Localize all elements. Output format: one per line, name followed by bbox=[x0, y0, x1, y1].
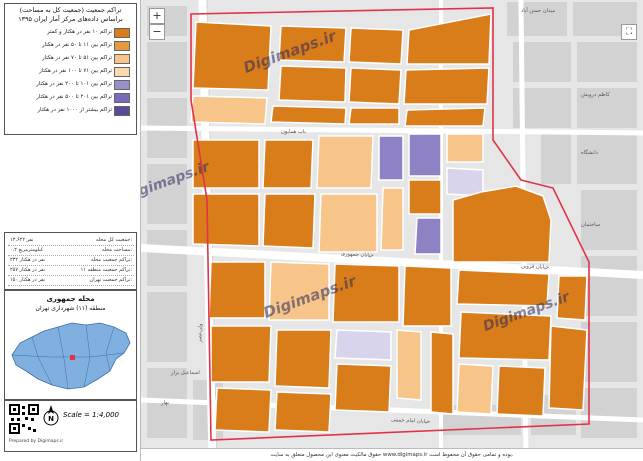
legend-swatch bbox=[114, 67, 130, 77]
copyright-footer: حقوق مالکیت معنوی این محصول متعلق به سای… bbox=[141, 448, 643, 461]
legend-panel: تراکم جمعیت (جمعیت کل به مساحت) براساس د… bbox=[0, 0, 141, 461]
density-block[interactable] bbox=[414, 217, 442, 255]
scale-text: Scale = 1:4,000 bbox=[63, 411, 119, 419]
legend-class-label: تراکم بین ۷۱ تا ۱۰۰ نفر در هکتار bbox=[39, 68, 112, 74]
area-name: محله جمهوری bbox=[46, 295, 95, 303]
stat-key: جمعیت کل محله: bbox=[95, 237, 132, 243]
legend-class-label: تراکم بیشتر از ۱۰۰۰ نفر در هکتار bbox=[37, 107, 112, 113]
density-block[interactable] bbox=[192, 193, 260, 247]
road-label-4: ولی‌عصر bbox=[197, 323, 204, 343]
density-block[interactable] bbox=[348, 67, 402, 105]
density-block[interactable] bbox=[380, 187, 404, 251]
legend-swatch bbox=[114, 106, 130, 116]
density-block[interactable] bbox=[190, 95, 268, 125]
density-block[interactable] bbox=[274, 391, 332, 433]
road-label-9: دانشگاه bbox=[581, 150, 598, 156]
density-block[interactable] bbox=[452, 185, 552, 263]
stat-value: ۰.۲ کیلومترمربع bbox=[10, 247, 44, 253]
credit-text: Prepared by Digimaps.ir bbox=[9, 439, 64, 444]
map-canvas[interactable]: Digimaps.ir Digimaps.ir Digimaps.ir Digi… bbox=[141, 0, 643, 461]
density-block[interactable] bbox=[403, 67, 490, 105]
tehran-locator-map bbox=[11, 322, 131, 390]
density-block[interactable] bbox=[348, 107, 400, 125]
density-block[interactable] bbox=[262, 193, 316, 249]
legend-class-row: تراکم بین ۱۱ تا ۵۰ نفر در هکتار bbox=[8, 40, 134, 51]
location-box: محله جمهوری منطقه (۱۱) شهرداری تهران bbox=[4, 290, 137, 400]
stat-value: ۲۵۷ نفر در هکتار bbox=[10, 267, 46, 273]
density-block[interactable] bbox=[270, 105, 347, 125]
density-block[interactable] bbox=[214, 387, 272, 433]
legend-class-row: تراکم ۱۰ نفر در هکتار و کمتر bbox=[8, 27, 134, 38]
stat-row: جمعیت کل محله: ۱۳,۶۲۲ نفر bbox=[8, 236, 134, 246]
density-block[interactable] bbox=[408, 133, 442, 177]
legend-subtitle: براساس داده‌های مرکز آمار ایران ۱۳۹۵ bbox=[18, 15, 123, 23]
legend-swatch bbox=[114, 54, 130, 64]
density-block[interactable] bbox=[402, 265, 452, 327]
map-svg[interactable] bbox=[141, 0, 643, 461]
fullscreen-button[interactable]: ⛶ bbox=[621, 24, 637, 40]
density-block[interactable] bbox=[262, 139, 314, 189]
zoom-out-button[interactable]: − bbox=[149, 24, 165, 40]
qr-code-icon bbox=[9, 404, 39, 434]
stat-row: مساحت محله: ۰.۲ کیلومترمربع bbox=[8, 246, 134, 256]
density-block[interactable] bbox=[456, 363, 494, 415]
legend-swatch bbox=[114, 41, 130, 51]
road-label-6: کاظم درویش bbox=[581, 92, 610, 98]
density-block[interactable] bbox=[548, 325, 588, 411]
density-block[interactable] bbox=[496, 365, 546, 417]
area-marker bbox=[70, 355, 75, 360]
density-block[interactable] bbox=[278, 65, 347, 103]
legend-class-label: تراکم بین ۱۰۱ تا ۲۰۰ نفر در هکتار bbox=[36, 81, 112, 87]
legend-swatch bbox=[114, 80, 130, 90]
density-block[interactable] bbox=[274, 329, 332, 389]
density-block[interactable] bbox=[396, 329, 422, 401]
stat-value: ۱۵۰ نفر در هکتار bbox=[10, 277, 46, 283]
legend-class-label: تراکم بین ۲۰۱ تا ۵۰۰ نفر در هکتار bbox=[36, 94, 112, 100]
density-block[interactable] bbox=[348, 27, 404, 65]
density-block[interactable] bbox=[210, 325, 272, 383]
stat-row: تراکم جمعیت محله: ۲۳۲ نفر در هکتار bbox=[8, 256, 134, 266]
legend-swatch bbox=[114, 93, 130, 103]
density-block[interactable] bbox=[378, 135, 404, 181]
stat-row: تراکم جمعیت تهران: ۱۵۰ نفر در هکتار bbox=[8, 276, 134, 286]
density-block[interactable] bbox=[404, 107, 486, 127]
zoom-in-button[interactable]: + bbox=[149, 8, 165, 24]
north-arrow-icon: N bbox=[43, 405, 59, 426]
legend-class-label: تراکم بین ۵۱ تا ۷۰ نفر در هکتار bbox=[41, 55, 112, 61]
legend-swatch bbox=[114, 28, 130, 38]
legend-class-row: تراکم بین ۷۱ تا ۱۰۰ نفر در هکتار bbox=[8, 66, 134, 77]
stat-key: تراکم جمعیت تهران: bbox=[89, 277, 132, 283]
stat-value: ۲۳۲ نفر در هکتار bbox=[10, 257, 46, 263]
density-block[interactable] bbox=[316, 135, 374, 189]
density-block[interactable] bbox=[334, 329, 392, 361]
stat-key: تراکم جمعیت محله: bbox=[90, 257, 132, 263]
road-label-10: ساختمان bbox=[581, 222, 601, 228]
road-label-5: میدان حسن آباد bbox=[521, 8, 556, 14]
info-box: N Scale = 1:4,000 Prepared by Digimaps.i… bbox=[4, 400, 137, 452]
road-label-3: باب همایون bbox=[281, 129, 306, 135]
stat-key: مساحت محله: bbox=[101, 247, 132, 253]
legend-class-row: تراکم بین ۵۱ تا ۷۰ نفر در هکتار bbox=[8, 53, 134, 64]
density-block[interactable] bbox=[318, 193, 378, 253]
legend-class-label: تراکم بین ۱۱ تا ۵۰ نفر در هکتار bbox=[41, 42, 112, 48]
density-block[interactable] bbox=[408, 179, 442, 215]
legend-class-row: تراکم بین ۱۰۱ تا ۲۰۰ نفر در هکتار bbox=[8, 79, 134, 90]
density-block[interactable] bbox=[208, 261, 266, 319]
stat-key: تراکم جمعیت منطقه ۱۱: bbox=[80, 267, 132, 273]
legend-title: تراکم جمعیت (جمعیت کل به مساحت) bbox=[19, 6, 122, 14]
stat-row: تراکم جمعیت منطقه ۱۱: ۲۵۷ نفر در هکتار bbox=[8, 266, 134, 276]
density-block[interactable] bbox=[430, 331, 454, 415]
area-district: منطقه (۱۱) شهرداری تهران bbox=[35, 305, 106, 312]
stat-value: ۱۳,۶۲۲ نفر bbox=[10, 237, 34, 243]
road-label-11: بهار bbox=[161, 400, 169, 406]
density-block[interactable] bbox=[334, 363, 392, 413]
legend-class-row: تراکم بیشتر از ۱۰۰۰ نفر در هکتار bbox=[8, 105, 134, 116]
legend-class-label: تراکم ۱۰ نفر در هکتار و کمتر bbox=[47, 29, 112, 35]
road-label-8: اسماعیل بزاز bbox=[171, 370, 200, 376]
legend-class-row: تراکم بین ۲۰۱ تا ۵۰۰ نفر در هکتار bbox=[8, 92, 134, 103]
page: تراکم جمعیت (جمعیت کل به مساحت) براساس د… bbox=[0, 0, 643, 461]
density-block[interactable] bbox=[446, 133, 484, 163]
svg-text:N: N bbox=[48, 415, 54, 423]
density-block[interactable] bbox=[446, 167, 484, 197]
